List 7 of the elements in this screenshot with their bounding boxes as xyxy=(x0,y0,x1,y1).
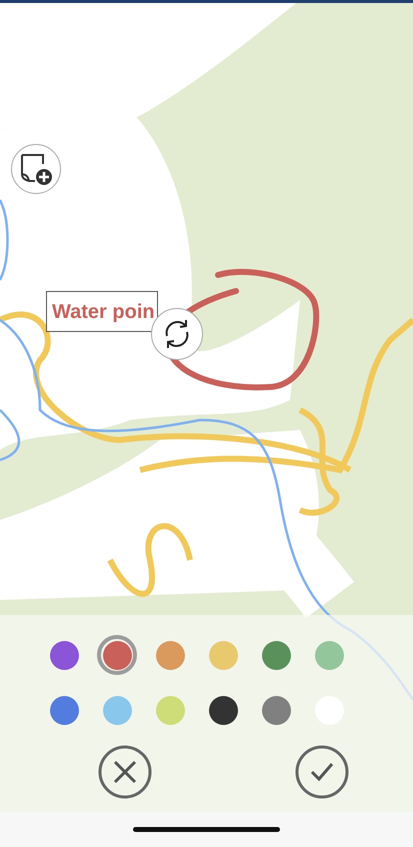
color-swatch[interactable] xyxy=(97,635,138,675)
annotation-label[interactable]: Water poin xyxy=(46,291,158,332)
close-icon xyxy=(98,745,152,799)
note-add-icon xyxy=(19,152,53,186)
checkmark-icon xyxy=(295,745,349,799)
confirm-button[interactable] xyxy=(295,745,349,799)
cancel-button[interactable] xyxy=(98,745,152,799)
